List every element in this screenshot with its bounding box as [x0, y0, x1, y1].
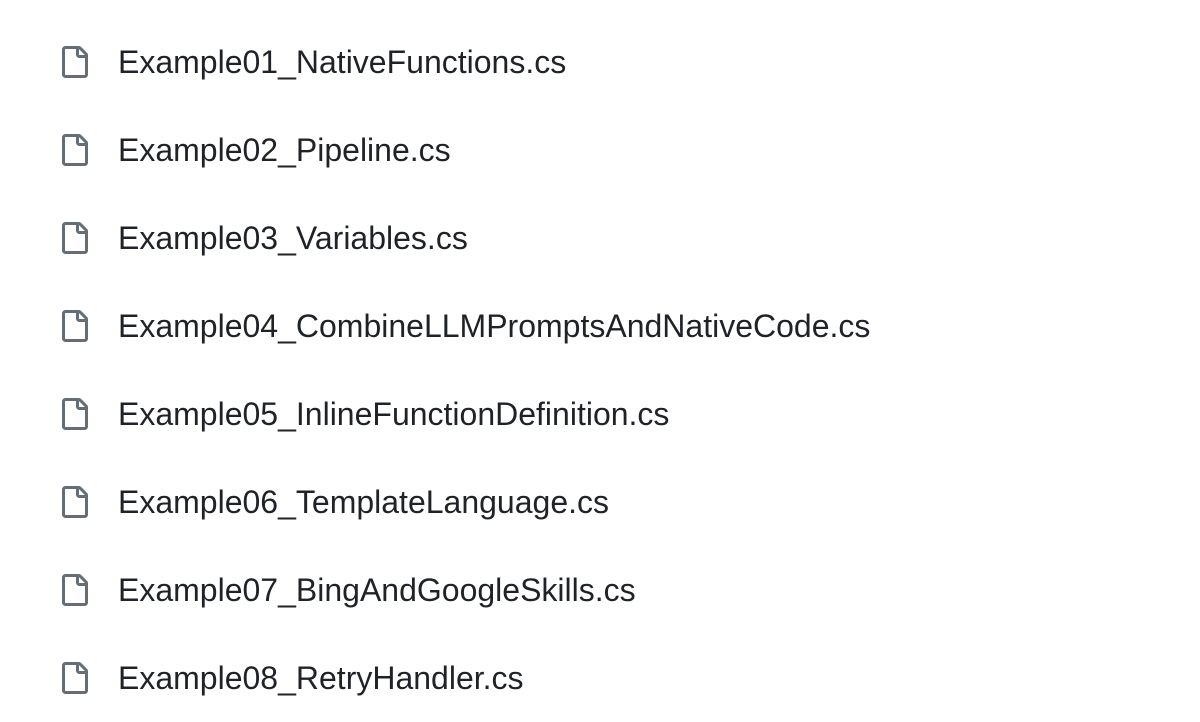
document-icon [58, 482, 90, 522]
file-row[interactable]: Example08_RetryHandler.cs [58, 634, 1200, 722]
file-name-link[interactable]: Example06_TemplateLanguage.cs [118, 484, 609, 521]
file-icon [58, 658, 90, 698]
file-icon [58, 482, 90, 522]
file-row[interactable]: Example04_CombineLLMPromptsAndNativeCode… [58, 282, 1200, 370]
document-icon [58, 130, 90, 170]
document-icon [58, 218, 90, 258]
file-list: Example01_NativeFunctions.cs Example02_P… [0, 0, 1200, 722]
file-name-link[interactable]: Example03_Variables.cs [118, 220, 468, 257]
file-name-link[interactable]: Example01_NativeFunctions.cs [118, 44, 566, 81]
file-name-link[interactable]: Example04_CombineLLMPromptsAndNativeCode… [118, 308, 870, 345]
document-icon [58, 394, 90, 434]
file-row[interactable]: Example06_TemplateLanguage.cs [58, 458, 1200, 546]
file-name-link[interactable]: Example05_InlineFunctionDefinition.cs [118, 396, 669, 433]
file-row[interactable]: Example05_InlineFunctionDefinition.cs [58, 370, 1200, 458]
file-row[interactable]: Example03_Variables.cs [58, 194, 1200, 282]
document-icon [58, 658, 90, 698]
file-icon [58, 218, 90, 258]
file-name-link[interactable]: Example08_RetryHandler.cs [118, 660, 524, 697]
document-icon [58, 42, 90, 82]
document-icon [58, 306, 90, 346]
file-icon [58, 42, 90, 82]
document-icon [58, 570, 90, 610]
file-icon [58, 394, 90, 434]
file-row[interactable]: Example07_BingAndGoogleSkills.cs [58, 546, 1200, 634]
file-name-link[interactable]: Example02_Pipeline.cs [118, 132, 451, 169]
file-row[interactable]: Example02_Pipeline.cs [58, 106, 1200, 194]
file-icon [58, 570, 90, 610]
file-icon [58, 306, 90, 346]
file-row[interactable]: Example01_NativeFunctions.cs [58, 18, 1200, 106]
file-name-link[interactable]: Example07_BingAndGoogleSkills.cs [118, 572, 636, 609]
file-icon [58, 130, 90, 170]
